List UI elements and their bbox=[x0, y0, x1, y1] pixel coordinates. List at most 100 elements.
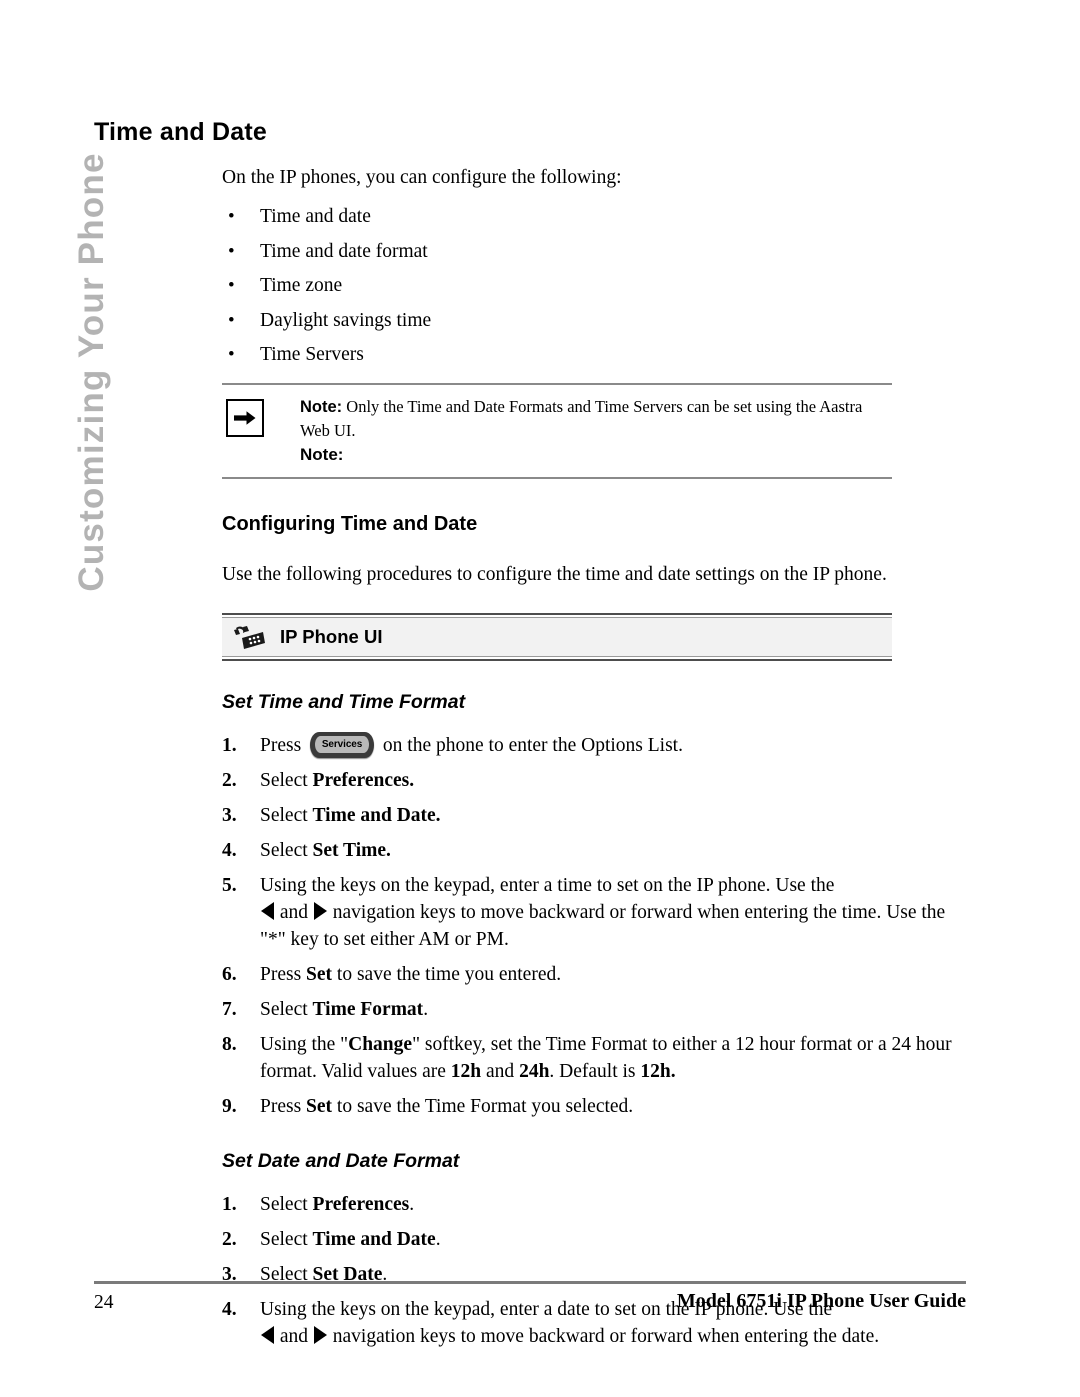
note-callout: Note: Only the Time and Date Formats and… bbox=[222, 383, 892, 479]
step-emphasis: Preferences bbox=[312, 1194, 410, 1215]
page-title: Time and Date bbox=[94, 118, 268, 146]
step-number: 2. bbox=[222, 1229, 237, 1250]
step-emphasis: Time Format bbox=[312, 999, 424, 1020]
configuring-lead: Use the following procedures to configur… bbox=[222, 564, 887, 585]
step-body: Select Preferences. bbox=[260, 1194, 414, 1215]
step-text-run: and bbox=[275, 1326, 313, 1347]
intro-paragraph: On the IP phones, you can configure the … bbox=[222, 167, 622, 188]
step-number: 4. bbox=[222, 840, 237, 861]
step-text-run: Select bbox=[260, 840, 313, 861]
step-emphasis: Change bbox=[348, 1034, 413, 1055]
step-number: 8. bbox=[222, 1034, 237, 1055]
right-arrow-icon bbox=[226, 399, 264, 437]
step-number: 5. bbox=[222, 875, 237, 896]
list-item-label: Time zone bbox=[260, 275, 343, 296]
step-number: 2. bbox=[222, 770, 237, 791]
bullet-dot-icon: • bbox=[228, 309, 235, 331]
note-body: Note: Only the Time and Date Formats and… bbox=[300, 395, 892, 466]
step-text-run: to save the time you entered. bbox=[332, 964, 562, 985]
desk-phone-icon bbox=[232, 624, 266, 650]
nav-right-arrow-icon bbox=[313, 902, 327, 920]
procedure-title: Set Time and Time Format bbox=[222, 691, 466, 713]
step-text-run: Select bbox=[260, 1194, 313, 1215]
procedure-step: 1. Press Services on the phone to enter t… bbox=[222, 732, 964, 759]
procedure-step: 7. Select Time Format. bbox=[222, 996, 964, 1023]
step-text-run: . bbox=[435, 1229, 441, 1250]
procedure-step: 4. Select Set Time. bbox=[222, 837, 964, 864]
procedure-step: 9. Press Set to save the Time Format you … bbox=[222, 1093, 964, 1120]
step-text-run: and bbox=[481, 1061, 520, 1082]
step-number: 4. bbox=[222, 1299, 237, 1320]
list-item-label: Daylight savings time bbox=[260, 309, 432, 331]
note-extra-label: Note: bbox=[300, 445, 344, 464]
step-text-run: . Default is bbox=[549, 1061, 641, 1082]
step-number: 3. bbox=[222, 805, 237, 826]
step-body: Select Preferences. bbox=[260, 770, 414, 791]
step-text-run: Select bbox=[260, 1229, 313, 1250]
note-text: Only the Time and Date Formats and Time … bbox=[300, 397, 863, 440]
procedures-container: Set Time and Time Format 1. Press Services… bbox=[222, 691, 964, 1350]
bullet-dot-icon: • bbox=[228, 240, 235, 262]
step-number: 6. bbox=[222, 964, 237, 985]
step-emphasis: Time and Date. bbox=[312, 805, 441, 826]
list-item: • Time zone bbox=[222, 274, 964, 298]
step-text-run: navigation keys to move backward or forw… bbox=[327, 1326, 880, 1347]
ip-phone-ui-label: IP Phone UI bbox=[280, 626, 383, 647]
step-emphasis: 12h bbox=[450, 1061, 482, 1082]
step-body: Using the "Change" softkey, set the Time… bbox=[260, 1034, 952, 1082]
step-text-run: and bbox=[275, 902, 313, 923]
step-number: 9. bbox=[222, 1096, 237, 1117]
step-body: Press Set to save the time you entered. bbox=[260, 964, 561, 985]
list-item-label: Time and date bbox=[260, 206, 371, 227]
step-text-run: Select bbox=[260, 770, 313, 791]
step-text-run: Using the " bbox=[260, 1034, 349, 1055]
nav-left-arrow-icon bbox=[261, 1326, 274, 1344]
step-text-run: Using the keys on the keypad, enter a ti… bbox=[260, 875, 835, 896]
ip-phone-ui-banner: IP Phone UI bbox=[222, 613, 892, 661]
step-body: Select Set Time. bbox=[260, 840, 391, 861]
list-item: • Time and date format bbox=[222, 240, 964, 264]
footer-divider bbox=[94, 1281, 966, 1284]
services-key-label: Services bbox=[315, 736, 370, 753]
procedure-step: 5. Using the keys on the keypad, enter a … bbox=[222, 872, 964, 953]
procedure-step: 8. Using the "Change" softkey, set the Ti… bbox=[222, 1031, 964, 1085]
list-item: • Time Servers bbox=[222, 343, 964, 367]
step-text-run: . bbox=[409, 1194, 415, 1215]
step-emphasis: Preferences. bbox=[312, 770, 415, 791]
step-body: Press Set to save the Time Format you se… bbox=[260, 1096, 633, 1117]
list-item: • Daylight savings time bbox=[222, 309, 964, 333]
step-body: Select Time and Date. bbox=[260, 1229, 441, 1250]
list-item-label: Time and date format bbox=[260, 240, 428, 262]
step-emphasis: Time and Date bbox=[312, 1229, 436, 1250]
step-emphasis: Set Time. bbox=[312, 840, 391, 861]
procedure-step: 2. Select Time and Date. bbox=[222, 1226, 964, 1253]
step-text-run: Select bbox=[260, 805, 313, 826]
bullet-dot-icon: • bbox=[228, 344, 235, 365]
step-body: Press Services on the phone to enter the… bbox=[260, 732, 683, 758]
procedure-steps: 1. Press Services on the phone to enter t… bbox=[222, 732, 964, 1120]
body-column: On the IP phones, you can configure the … bbox=[222, 164, 964, 1358]
note-label: Note: bbox=[300, 398, 343, 416]
step-number: 1. bbox=[222, 735, 237, 756]
configuring-heading: Configuring Time and Date bbox=[222, 513, 478, 535]
step-text-run: Press bbox=[260, 735, 307, 756]
bullet-dot-icon: • bbox=[228, 275, 235, 296]
procedure-title: Set Date and Date Format bbox=[222, 1150, 460, 1172]
nav-right-arrow-icon bbox=[313, 1326, 327, 1344]
step-body: Using the keys on the keypad, enter a ti… bbox=[260, 875, 945, 950]
procedure-step: 2. Select Preferences. bbox=[222, 767, 964, 794]
procedure-step: 6. Press Set to save the time you entered… bbox=[222, 961, 964, 988]
configurable-items-list: • Time and date • Time and date format • Time… bbox=[222, 205, 964, 367]
step-text-run: navigation keys to move backward or forw… bbox=[260, 902, 946, 950]
procedure-step: 3. Select Time and Date. bbox=[222, 802, 964, 829]
document-page: Customizing Your Phone Time and Date On … bbox=[0, 0, 1080, 1397]
step-emphasis: Set bbox=[306, 964, 333, 985]
step-text-run: on the phone to enter the Options List. bbox=[378, 735, 683, 756]
step-emphasis: 24h bbox=[519, 1061, 550, 1082]
nav-left-arrow-icon bbox=[261, 902, 274, 920]
step-emphasis: 12h. bbox=[640, 1061, 676, 1082]
step-text-run: Press bbox=[260, 1096, 307, 1117]
footer-guide-title: Model 6751i IP Phone User Guide bbox=[676, 1290, 966, 1312]
step-emphasis: Set bbox=[306, 1096, 333, 1117]
step-body: Select Time and Date. bbox=[260, 805, 441, 826]
